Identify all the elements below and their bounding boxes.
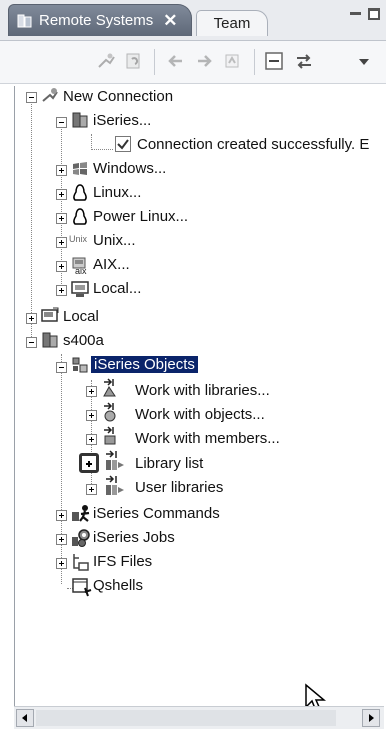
horizontal-scrollbar[interactable]: [14, 706, 384, 729]
tree-item-label: Local: [63, 308, 99, 325]
tree-item-label: User libraries: [135, 479, 224, 496]
iseries-jobs-icon: [71, 528, 90, 547]
tree-item-label: Windows...: [93, 160, 167, 177]
view-toolbar: [0, 41, 386, 84]
new-connection-icon[interactable]: [96, 51, 116, 71]
arrow-left-icon: [22, 714, 27, 722]
scroll-thumb[interactable]: [36, 710, 336, 726]
filter-objects-icon: [101, 402, 119, 422]
window-controls: [350, 8, 380, 20]
expand-toggle[interactable]: [56, 558, 67, 569]
minimize-icon[interactable]: [350, 8, 362, 20]
filter-libraries-icon: [101, 378, 119, 397]
tree-item-label: IFS Files: [93, 553, 153, 570]
tree-item-label: Linux...: [93, 184, 142, 201]
expand-toggle[interactable]: [86, 484, 97, 495]
tree-item-label: Work with objects...: [135, 406, 265, 423]
linux-tux-icon: [71, 184, 89, 202]
user-libraries-icon: [103, 475, 124, 495]
filter-members-icon: [101, 426, 119, 445]
expand-toggle[interactable]: [56, 165, 67, 176]
link-with-editor-icon[interactable]: [294, 51, 314, 71]
expand-toggle[interactable]: [56, 237, 67, 248]
view-tab-bar: Remote Systems ✕ Team: [0, 0, 386, 41]
tree-item-label: s400a: [63, 332, 104, 349]
tree-connector: [91, 149, 113, 150]
tree-item-label: Local...: [93, 280, 142, 297]
new-connection-icon: [41, 87, 59, 105]
expand-toggle[interactable]: [56, 213, 67, 224]
iseries-server-icon: [41, 331, 59, 349]
tab-team[interactable]: Team: [196, 10, 268, 36]
tree-item-label: iSeries...: [93, 112, 152, 129]
iseries-objects-icon: [71, 356, 89, 374]
collapse-toggle[interactable]: [26, 337, 37, 348]
ifs-files-icon: [71, 552, 89, 571]
expand-toggle[interactable]: [86, 386, 97, 397]
expand-toggle-highlighted[interactable]: [79, 453, 99, 473]
remote-systems-icon: [17, 13, 33, 29]
tree-item-label: Unix...: [93, 232, 136, 249]
refresh-icon[interactable]: [124, 51, 144, 71]
collapse-toggle[interactable]: [26, 92, 37, 103]
tab-label: Remote Systems: [39, 12, 154, 29]
maximize-icon[interactable]: [368, 8, 380, 20]
expand-toggle[interactable]: [56, 261, 67, 272]
linux-tux-icon: [71, 208, 89, 226]
tree-item-label: AIX...: [93, 256, 130, 273]
scroll-left-button[interactable]: [16, 709, 34, 727]
tree-item-label: iSeries Jobs: [93, 529, 175, 546]
back-icon[interactable]: [166, 51, 186, 71]
windows-logo-icon: [71, 160, 89, 178]
tree-connector: [91, 134, 92, 150]
tree-item-label: Connection created successfully. E: [137, 136, 370, 153]
tree-connector: [31, 104, 32, 347]
tree-item-label: Work with libraries...: [135, 382, 270, 399]
toolbar-separator: [154, 49, 155, 75]
expand-toggle[interactable]: [56, 285, 67, 296]
home-icon[interactable]: [222, 51, 242, 71]
collapse-toggle[interactable]: [56, 362, 67, 373]
iseries-commands-icon: [71, 504, 90, 522]
tab-remote-systems[interactable]: Remote Systems ✕: [8, 4, 192, 36]
expand-toggle[interactable]: [26, 313, 37, 324]
collapse-toggle[interactable]: [56, 117, 67, 128]
view-menu-icon[interactable]: [354, 51, 374, 71]
expand-toggle[interactable]: [86, 434, 97, 445]
monitor-icon: [71, 280, 89, 298]
tree-item-label: iSeries Objects: [91, 356, 198, 373]
tree-item-label: Work with members...: [135, 430, 280, 447]
close-icon[interactable]: ✕: [163, 11, 177, 31]
qshell-icon: [71, 576, 92, 597]
collapse-all-icon[interactable]: [264, 51, 284, 71]
expand-toggle[interactable]: [56, 534, 67, 545]
arrow-right-icon: [369, 714, 374, 722]
expand-toggle[interactable]: [56, 189, 67, 200]
tree-item-label: Power Linux...: [93, 208, 189, 225]
remote-systems-tree: New Connection iSeries... Connection cre…: [14, 86, 385, 706]
tree-item-label: Qshells: [93, 577, 144, 594]
tree-item-label: iSeries Commands: [93, 505, 220, 522]
tree-connector: [61, 354, 62, 584]
unix-icon: Unix: [69, 234, 88, 244]
forward-icon[interactable]: [194, 51, 214, 71]
scroll-right-button[interactable]: [362, 709, 380, 727]
check-icon: [115, 136, 131, 152]
expand-toggle[interactable]: [86, 410, 97, 421]
expand-toggle[interactable]: [56, 510, 67, 521]
toolbar-separator: [254, 49, 255, 75]
tree-item-label: New Connection: [63, 88, 174, 105]
local-system-icon: [41, 307, 59, 325]
tree-item-label: Library list: [135, 455, 204, 472]
iseries-server-icon: [71, 111, 89, 129]
library-list-icon: [103, 450, 124, 470]
